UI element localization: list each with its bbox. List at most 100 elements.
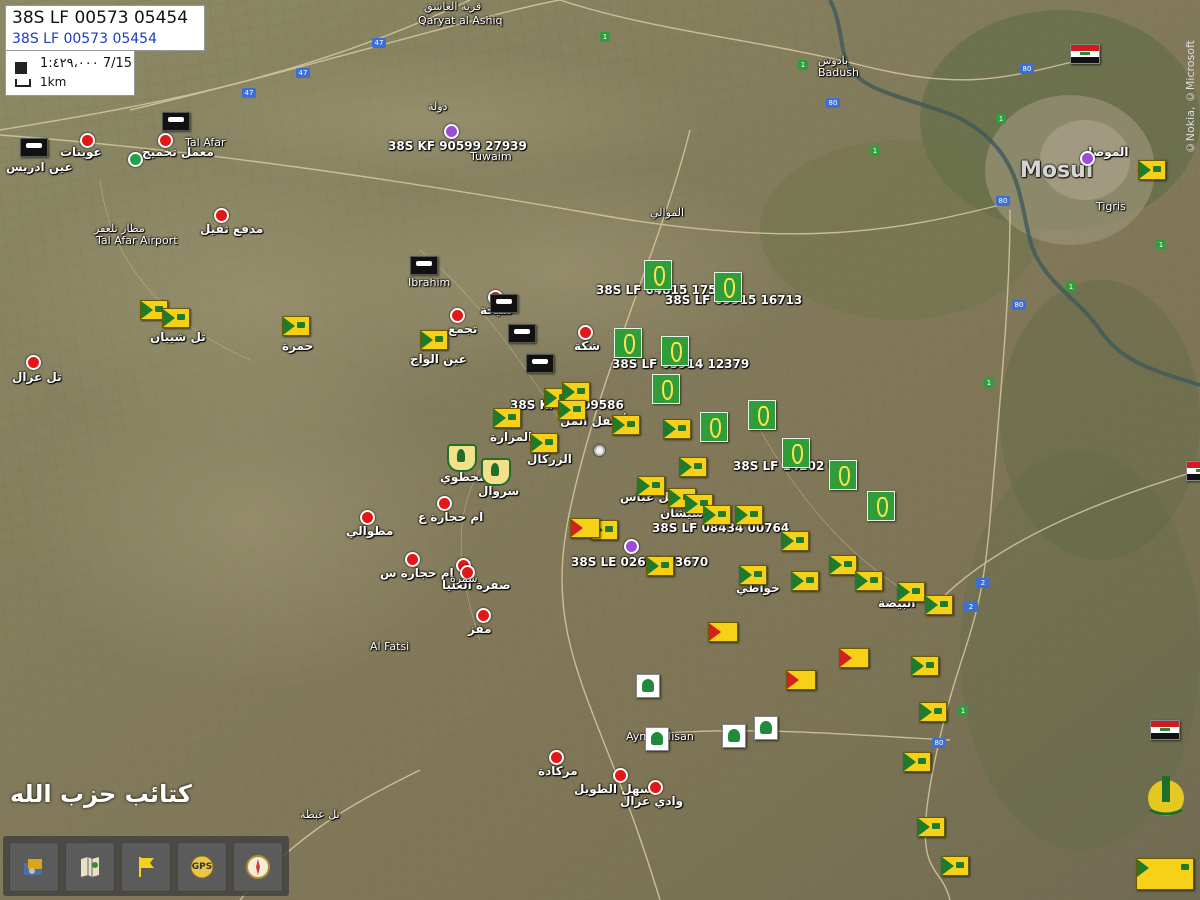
iraq-flag-marker[interactable] (1186, 461, 1200, 481)
layers-button[interactable] (9, 842, 59, 892)
highway-shield: 80 (1012, 300, 1026, 310)
coordinate-secondary[interactable]: 38S LF 00573 05454 (12, 31, 157, 47)
enemy-point-label: معمل تخميج (142, 145, 214, 159)
pmf-flag-marker[interactable] (1138, 160, 1166, 180)
pmf-flag-marker[interactable] (781, 531, 809, 551)
black-flag-marker[interactable] (508, 324, 536, 343)
enemy-point[interactable] (613, 768, 628, 783)
enemy-point-label: عوينات (60, 145, 102, 159)
white-flag-marker[interactable] (636, 674, 660, 698)
pmf-flag-marker[interactable] (911, 656, 939, 676)
compass-button[interactable] (233, 842, 283, 892)
redflag-marker[interactable] (708, 622, 738, 642)
kh-flag-marker[interactable] (714, 272, 742, 302)
kh-flag-marker[interactable] (661, 336, 689, 366)
redflag-marker[interactable] (786, 670, 816, 690)
attribution: ©Nokia, ©Microsoft (1184, 40, 1197, 155)
kh-flag-marker[interactable] (782, 438, 810, 468)
highway-shield: 1 (1156, 240, 1166, 250)
white-flag-marker[interactable] (722, 724, 746, 748)
pmf-flag-marker[interactable] (897, 582, 925, 602)
enemy-point[interactable] (437, 496, 452, 511)
white-flag-marker[interactable] (645, 727, 669, 751)
enemy-point[interactable] (405, 552, 420, 567)
kh-flag-marker[interactable] (700, 412, 728, 442)
redflag-marker[interactable] (839, 648, 869, 668)
enemy-point[interactable] (214, 208, 229, 223)
grid-marker[interactable] (1080, 151, 1095, 166)
pmf-flag-marker[interactable] (919, 702, 947, 722)
pmf-shield-marker[interactable] (481, 458, 511, 486)
enemy-point[interactable] (26, 355, 41, 370)
highway-shield: 1 (984, 378, 994, 388)
kh-flag-marker[interactable] (829, 460, 857, 490)
enemy-point-label: مدفع ثقيل (200, 222, 264, 236)
pmf-flag-marker[interactable] (562, 382, 590, 402)
pmf-flag-marker[interactable] (646, 556, 674, 576)
highway-shield: 80 (932, 738, 946, 748)
place-label: دولة (428, 100, 448, 113)
highway-shield: 47 (372, 38, 386, 48)
grid-marker[interactable] (444, 124, 459, 139)
kh-flag-marker[interactable] (644, 260, 672, 290)
pmf-flag-marker[interactable] (162, 308, 190, 328)
pmf-flag-marker[interactable] (703, 505, 731, 525)
gps-button[interactable]: GPS (177, 842, 227, 892)
map-icon (15, 62, 27, 74)
iraq-flag-marker[interactable] (1150, 720, 1180, 740)
pmf-flag-marker[interactable] (663, 419, 691, 439)
black-flag-marker[interactable] (162, 112, 190, 131)
place-label: Badush (818, 66, 859, 79)
black-flag-marker[interactable] (526, 354, 554, 373)
scale-panel[interactable]: 1:٤٢٩،٠٠٠ 7/15 1km (5, 50, 135, 96)
pmf-flag-marker[interactable] (917, 817, 945, 837)
enemy-point[interactable] (360, 510, 375, 525)
pmf-flag-marker[interactable] (829, 555, 857, 575)
pmf-shield-marker[interactable] (447, 444, 477, 472)
pmf-flag-marker[interactable] (493, 408, 521, 428)
pmf-flag-marker[interactable] (925, 595, 953, 615)
map-button[interactable] (65, 842, 115, 892)
kh-flag-marker[interactable] (748, 400, 776, 430)
pmf-flag-marker[interactable] (558, 400, 586, 420)
pmf-flag-marker[interactable] (735, 505, 763, 525)
kh-flag-marker[interactable] (614, 328, 642, 358)
coordinate-panel[interactable]: 38S LF 00573 05454 38S LF 00573 05454 (5, 5, 205, 51)
enemy-point[interactable] (578, 325, 593, 340)
enemy-point-label: عين ادريس (6, 160, 73, 174)
flag-button[interactable] (121, 842, 171, 892)
pmf-flag-marker[interactable] (612, 415, 640, 435)
pmf-flag-marker[interactable] (941, 856, 969, 876)
black-flag-marker[interactable] (410, 256, 438, 275)
black-flag-marker[interactable] (20, 138, 48, 157)
iraq-flag-marker[interactable] (1070, 44, 1100, 64)
highway-shield: 1 (958, 706, 968, 716)
place-label: تل عبطة (300, 808, 340, 821)
friendly-point[interactable] (128, 152, 143, 167)
pmf-flag-marker[interactable] (637, 476, 665, 496)
pmf-flag-marker[interactable] (791, 571, 819, 591)
kh-banner-icon (1136, 858, 1194, 890)
pmf-flag-marker[interactable] (420, 330, 448, 350)
white-flag-marker[interactable] (754, 716, 778, 740)
pmf-flag-marker[interactable] (903, 752, 931, 772)
kh-flag-marker[interactable] (867, 491, 895, 521)
brand-label: كتائب حزب الله (10, 780, 192, 808)
enemy-point[interactable] (450, 308, 465, 323)
enemy-point[interactable] (648, 780, 663, 795)
pmf-flag-marker[interactable] (679, 457, 707, 477)
highway-shield: 47 (242, 88, 256, 98)
kh-flag-marker[interactable] (652, 374, 680, 404)
location-marker[interactable] (594, 445, 605, 456)
pmf-flag-marker[interactable] (739, 565, 767, 585)
redflag-marker[interactable] (570, 518, 600, 538)
enemy-point[interactable] (549, 750, 564, 765)
pmf-flag-marker[interactable] (855, 571, 883, 591)
pmf-flag-marker[interactable] (282, 316, 310, 336)
enemy-point[interactable] (476, 608, 491, 623)
highway-shield: 2 (964, 602, 978, 612)
place-label: عين الواج (410, 352, 467, 366)
grid-marker[interactable] (624, 539, 639, 554)
black-flag-marker[interactable] (490, 294, 518, 313)
pmf-flag-marker[interactable] (530, 433, 558, 453)
